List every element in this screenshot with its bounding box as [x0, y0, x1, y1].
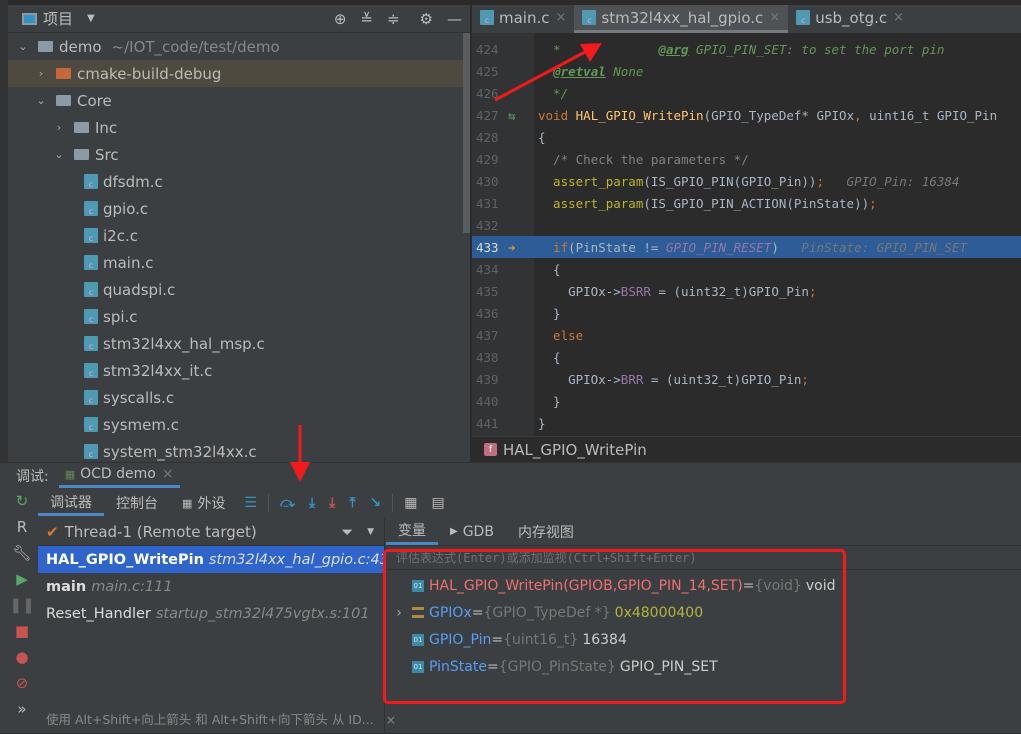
annotation-arrow-tab — [494, 43, 602, 102]
annotation-arrow-step-into — [290, 425, 310, 482]
annotation-arrows — [290, 43, 602, 482]
